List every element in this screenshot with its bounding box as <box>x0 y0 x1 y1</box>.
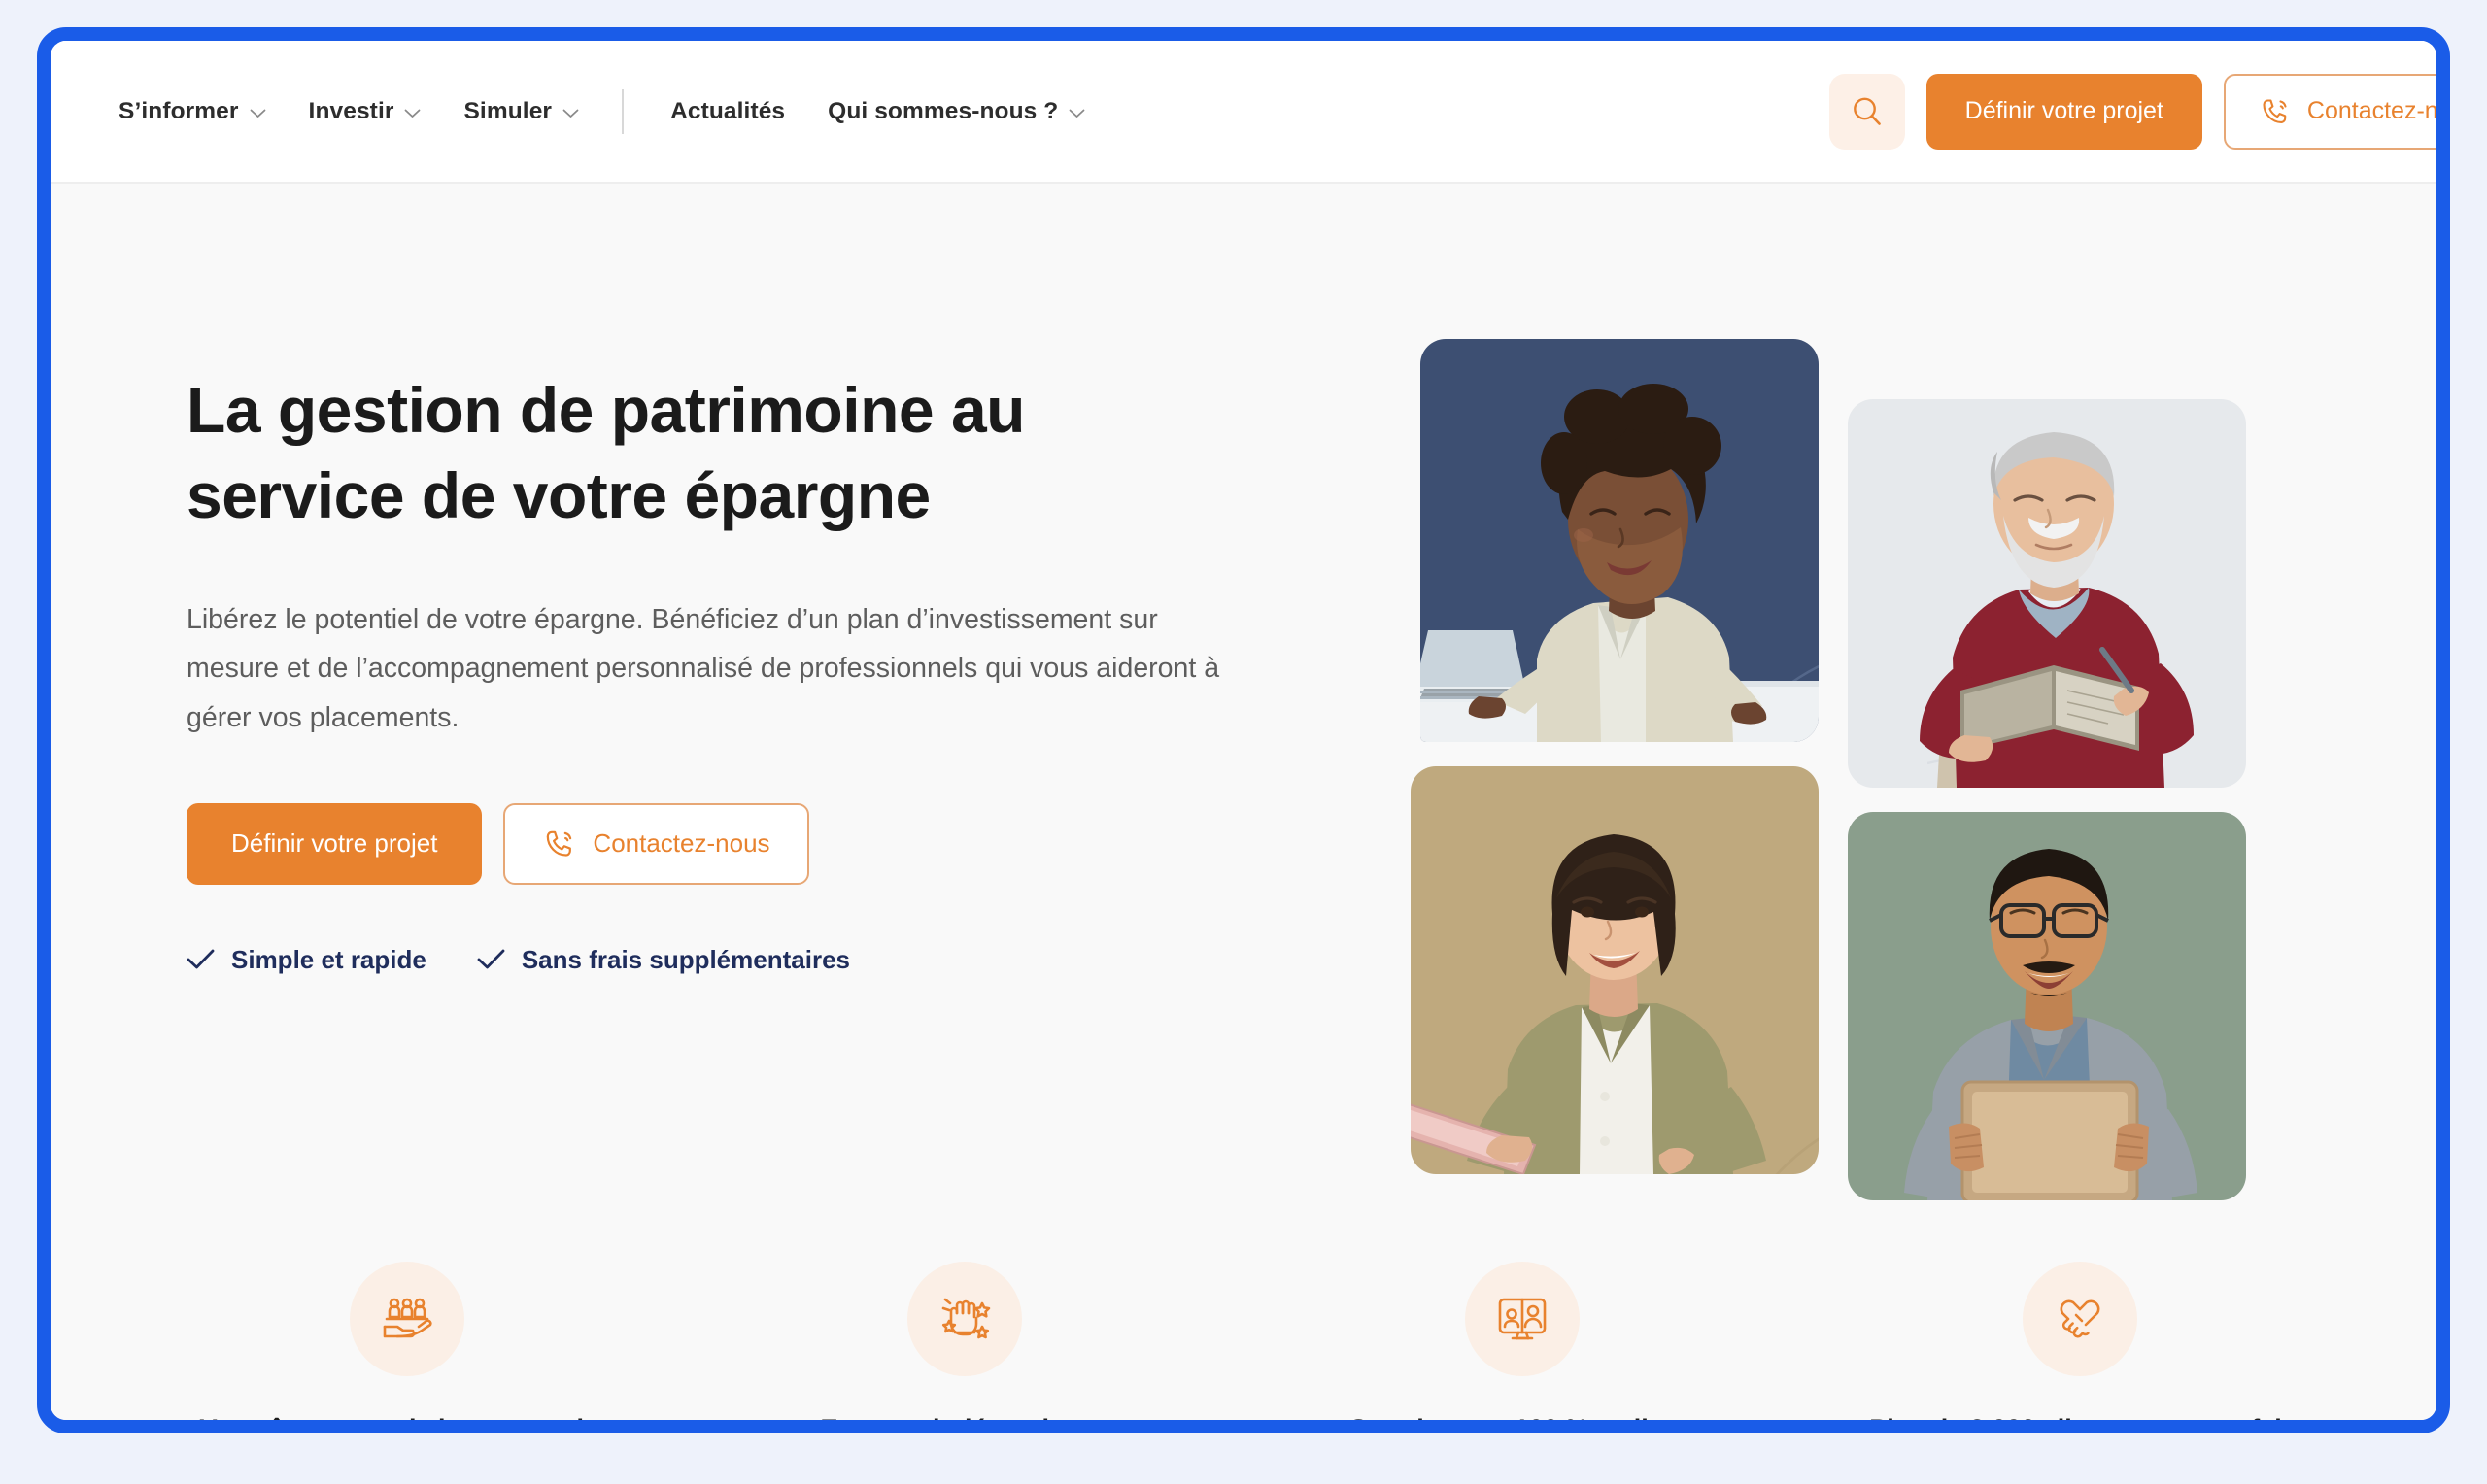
check-icon <box>187 948 216 971</box>
hero-subtitle: Libérez le potentiel de votre épargne. B… <box>187 603 1220 733</box>
search-button[interactable] <box>1828 73 1905 150</box>
feature-item-3000-clients: Plus de 3 000 clients nous ont fait conf… <box>1801 1262 2359 1420</box>
phone-ring-icon <box>542 826 577 861</box>
chevron-down-icon <box>404 109 421 118</box>
feature-item-en-ligne: Sur place ou 100 % en ligne <box>1244 1262 1801 1420</box>
site-header: S’informer Investir Simuler Actualités Q… <box>51 41 2436 184</box>
feature-label: Sur place ou 100 % en ligne <box>1349 1409 1695 1420</box>
hero-check-label: Simple et rapide <box>231 944 426 974</box>
browser-frame: S’informer Investir Simuler Actualités Q… <box>37 27 2450 1433</box>
hero-check-item: Sans frais supplémentaires <box>477 945 850 975</box>
hero-define-project-button[interactable]: Définir votre projet <box>187 802 483 885</box>
hero-check-label: Sans frais supplémentaires <box>521 944 850 974</box>
feature-label: En toute indépendance <box>820 1409 1108 1420</box>
hero-contact-button[interactable]: Contactez-nous <box>503 802 809 885</box>
hero-contact-label: Contactez-nous <box>593 828 770 859</box>
hero-feature-checks: Simple et rapide Sans frais supplémentai… <box>187 945 1372 975</box>
hero-text-column: La gestion de patrimoine au service de v… <box>51 184 1372 1310</box>
main-navigation: S’informer Investir Simuler Actualités Q… <box>97 88 1107 135</box>
nav-item-label: S’informer <box>119 97 239 124</box>
photo-collage <box>1411 339 2256 1213</box>
nav-item-sinformer[interactable]: S’informer <box>97 88 288 135</box>
feature-label: Vous êtes entre de bonnes mains <box>199 1409 614 1420</box>
photo-woman-typing-laptop <box>1420 339 1819 742</box>
nav-item-actualites[interactable]: Actualités <box>649 88 806 135</box>
nav-item-label: Simuler <box>463 97 553 124</box>
chevron-down-icon <box>250 109 266 118</box>
photo-woman-holding-tablet <box>1411 766 1819 1174</box>
search-icon <box>1850 94 1885 129</box>
feature-item-bonnes-mains: Vous êtes entre de bonnes mains <box>128 1262 686 1420</box>
nav-divider <box>622 88 625 134</box>
header-define-project-button[interactable]: Définir votre projet <box>1925 73 2202 150</box>
header-contact-label: Contactez-nous <box>2306 97 2436 124</box>
page-title: La gestion de patrimoine au service de v… <box>187 374 1025 531</box>
nav-item-label: Actualités <box>670 97 786 124</box>
hero-section: La gestion de patrimoine au service de v… <box>51 184 2436 1310</box>
nav-item-simuler[interactable]: Simuler <box>442 88 600 135</box>
phone-ring-icon <box>2259 95 2292 128</box>
hero-cta-group: Définir votre projet Contactez-nous <box>187 802 1372 885</box>
video-call-monitor-icon <box>1465 1262 1580 1376</box>
chevron-down-icon <box>1069 109 1085 118</box>
nav-item-label: Investir <box>308 97 394 124</box>
chevron-down-icon <box>562 109 579 118</box>
photo-man-glasses-reading-tablet <box>1848 812 2246 1200</box>
header-actions: Définir votre projet Contactez-nous <box>1828 73 2436 150</box>
feature-strip: Vous êtes entre de bonnes mains <box>51 1262 2436 1420</box>
nav-item-label: Qui sommes-nous ? <box>828 97 1059 124</box>
feature-label: Plus de 3 000 clients nous ont fait conf… <box>1857 1409 2303 1420</box>
page-viewport: S’informer Investir Simuler Actualités Q… <box>51 41 2436 1420</box>
photo-senior-man-writing-notebook <box>1848 399 2246 788</box>
hero-check-item: Simple et rapide <box>187 945 426 975</box>
handshake-icon <box>2023 1262 2137 1376</box>
hand-holding-people-icon <box>350 1262 464 1376</box>
check-icon <box>477 948 506 971</box>
nav-item-qui-sommes-nous[interactable]: Qui sommes-nous ? <box>806 88 1107 135</box>
feature-item-independance: En toute indépendance <box>686 1262 1244 1420</box>
header-contact-button[interactable]: Contactez-nous <box>2223 73 2436 150</box>
hero-image-column <box>1372 184 2436 1310</box>
nav-item-investir[interactable]: Investir <box>288 88 443 135</box>
raised-fist-stars-icon <box>907 1262 1022 1376</box>
